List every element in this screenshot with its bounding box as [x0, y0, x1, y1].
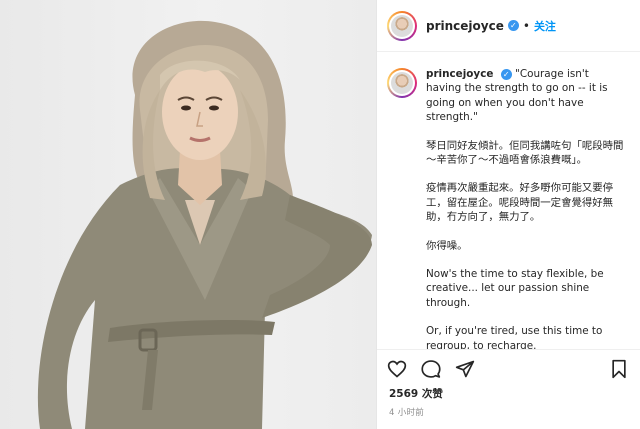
verified-badge-icon: ✓	[507, 20, 519, 31]
paper-plane-icon[interactable]	[455, 359, 475, 383]
caption-paragraph: Now's the time to stay flexible, be crea…	[426, 268, 604, 309]
action-icons	[387, 359, 475, 383]
separator-dot: •	[522, 18, 530, 33]
caption-scroll-area[interactable]: princejoyce ✓ "Courage isn't having the …	[377, 53, 640, 349]
caption-paragraph: 疫情再次嚴重起來。好多嘢你可能又要停工，留在屋企。呢段時間一定會覺得好無助，冇方…	[426, 182, 614, 224]
caption-paragraph: princejoyce ✓ "Courage isn't having the …	[426, 67, 626, 125]
caption-paragraph: 琴日同好友傾計。佢同我講咗句「呢段時間～辛苦你了～不過唔會係浪費嘅」。	[426, 139, 624, 167]
post-header: princejoyce ✓ • 关注	[377, 0, 640, 52]
post-side-panel: princejoyce ✓ • 关注 princejoyce ✓ "Courag…	[376, 0, 640, 429]
like-count[interactable]: 2569 次赞	[389, 386, 443, 401]
caption-paragraph: Or, if you're tired, use this time to re…	[426, 325, 603, 349]
caption: princejoyce ✓ "Courage isn't having the …	[387, 67, 629, 349]
heart-icon[interactable]	[387, 359, 407, 383]
caption-avatar[interactable]	[387, 68, 417, 98]
caption-text: princejoyce ✓ "Courage isn't having the …	[426, 67, 626, 349]
caption-username[interactable]: princejoyce	[426, 68, 493, 80]
caption-verified-badge-icon: ✓	[500, 68, 512, 80]
instagram-post: princejoyce ✓ • 关注 princejoyce ✓ "Courag…	[0, 0, 640, 429]
follow-button[interactable]: 关注	[534, 18, 556, 34]
comment-icon[interactable]	[421, 359, 441, 383]
bookmark-icon[interactable]	[609, 359, 629, 383]
post-photo[interactable]	[0, 0, 376, 429]
caption-paragraph: 你得噪。	[426, 239, 468, 252]
post-timestamp[interactable]: 4 小时前	[389, 406, 424, 418]
avatar[interactable]	[387, 10, 417, 41]
action-bar: 2569 次赞 4 小时前	[377, 349, 640, 429]
header-username[interactable]: princejoyce	[426, 19, 504, 33]
post-image	[37, 20, 373, 429]
